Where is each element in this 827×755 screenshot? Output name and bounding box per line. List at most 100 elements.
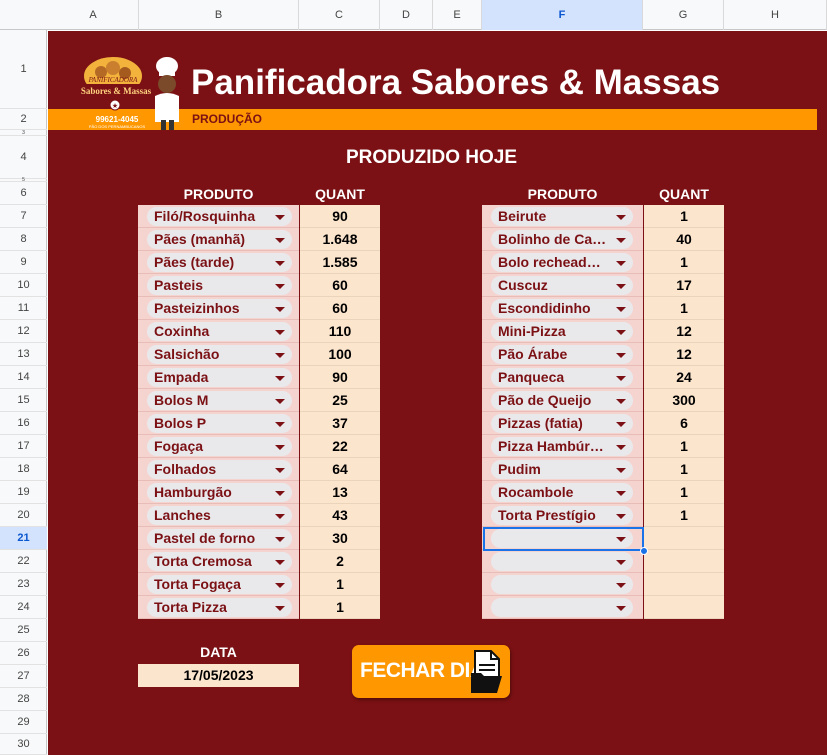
chevron-down-icon[interactable] — [616, 583, 626, 588]
product-dropdown[interactable]: Cuscuz — [491, 276, 633, 295]
quantity-cell[interactable]: 1.585 — [300, 251, 380, 274]
quantity-cell[interactable] — [644, 596, 724, 619]
product-cell[interactable]: Panqueca — [482, 366, 643, 389]
quantity-cell[interactable]: 40 — [644, 228, 724, 251]
row-header-22[interactable]: 22 — [0, 550, 47, 573]
chevron-down-icon[interactable] — [616, 353, 626, 358]
product-cell[interactable] — [482, 550, 643, 573]
column-header-h[interactable]: H — [724, 0, 827, 30]
row-header-7[interactable]: 7 — [0, 205, 47, 228]
chevron-down-icon[interactable] — [275, 560, 285, 565]
product-cell[interactable]: Torta Cremosa — [138, 550, 299, 573]
chevron-down-icon[interactable] — [616, 261, 626, 266]
quantity-cell[interactable]: 25 — [300, 389, 380, 412]
product-cell[interactable]: Cuscuz — [482, 274, 643, 297]
product-cell[interactable]: Torta Prestígio — [482, 504, 643, 527]
chevron-down-icon[interactable] — [275, 353, 285, 358]
row-header-20[interactable]: 20 — [0, 504, 47, 527]
quantity-cell[interactable]: 60 — [300, 274, 380, 297]
quantity-cell[interactable]: 300 — [644, 389, 724, 412]
product-dropdown[interactable]: Pasteis — [147, 276, 292, 295]
chevron-down-icon[interactable] — [616, 215, 626, 220]
product-dropdown[interactable]: Lanches — [147, 506, 292, 525]
row-header-15[interactable]: 15 — [0, 389, 47, 412]
row-header-10[interactable]: 10 — [0, 274, 47, 297]
quantity-cell[interactable]: 1 — [644, 481, 724, 504]
column-header-g[interactable]: G — [643, 0, 724, 30]
product-dropdown[interactable]: Rocambole — [491, 483, 633, 502]
chevron-down-icon[interactable] — [616, 307, 626, 312]
product-dropdown[interactable]: Pães (tarde) — [147, 253, 292, 272]
quantity-cell[interactable]: 1 — [300, 596, 380, 619]
product-dropdown[interactable]: Hamburgão — [147, 483, 292, 502]
product-cell[interactable]: Filó/Rosquinha — [138, 205, 299, 228]
chevron-down-icon[interactable] — [275, 238, 285, 243]
product-dropdown[interactable]: Bolo rechead… — [491, 253, 633, 272]
product-dropdown[interactable]: Filó/Rosquinha — [147, 207, 292, 226]
product-dropdown[interactable]: Torta Cremosa — [147, 552, 292, 571]
product-cell[interactable]: Pasteizinhos — [138, 297, 299, 320]
product-dropdown[interactable]: Torta Pizza — [147, 598, 292, 617]
quantity-cell[interactable] — [644, 550, 724, 573]
row-header-30[interactable]: 30 — [0, 734, 47, 755]
quantity-cell[interactable]: 1.648 — [300, 228, 380, 251]
quantity-cell[interactable]: 22 — [300, 435, 380, 458]
quantity-cell[interactable]: 90 — [300, 205, 380, 228]
row-header-18[interactable]: 18 — [0, 458, 47, 481]
column-header-a[interactable]: A — [48, 0, 139, 30]
chevron-down-icon[interactable] — [275, 583, 285, 588]
product-dropdown[interactable]: Bolos P — [147, 414, 292, 433]
quantity-cell[interactable] — [644, 527, 724, 550]
quantity-cell[interactable]: 1 — [644, 435, 724, 458]
product-cell[interactable]: Pudim — [482, 458, 643, 481]
chevron-down-icon[interactable] — [616, 399, 626, 404]
quantity-cell[interactable]: 1 — [644, 297, 724, 320]
product-dropdown[interactable]: Mini-Pizza — [491, 322, 633, 341]
product-cell[interactable]: Torta Fogaça — [138, 573, 299, 596]
product-dropdown[interactable]: Pão de Queijo — [491, 391, 633, 410]
product-cell[interactable]: Pães (tarde) — [138, 251, 299, 274]
product-dropdown[interactable]: Escondidinho — [491, 299, 633, 318]
row-header-29[interactable]: 29 — [0, 711, 47, 734]
product-cell[interactable]: Bolos M — [138, 389, 299, 412]
product-dropdown[interactable]: Panqueca — [491, 368, 633, 387]
product-dropdown[interactable]: Bolinho de Ca… — [491, 230, 633, 249]
column-header-c[interactable]: C — [299, 0, 380, 30]
chevron-down-icon[interactable] — [275, 445, 285, 450]
product-cell[interactable]: Empada — [138, 366, 299, 389]
quantity-cell[interactable]: 6 — [644, 412, 724, 435]
row-header-16[interactable]: 16 — [0, 412, 47, 435]
quantity-cell[interactable]: 60 — [300, 297, 380, 320]
product-dropdown[interactable]: Beirute — [491, 207, 633, 226]
row-header-19[interactable]: 19 — [0, 481, 47, 504]
product-dropdown[interactable]: Empada — [147, 368, 292, 387]
quantity-cell[interactable]: 1 — [300, 573, 380, 596]
row-header-6[interactable]: 6 — [0, 182, 47, 205]
row-header-12[interactable]: 12 — [0, 320, 47, 343]
product-dropdown[interactable]: Pizza Hambúr… — [491, 437, 633, 456]
product-cell[interactable]: Salsichão — [138, 343, 299, 366]
product-cell[interactable] — [482, 596, 643, 619]
product-cell[interactable]: Bolos P — [138, 412, 299, 435]
product-dropdown[interactable] — [491, 552, 633, 571]
quantity-cell[interactable]: 43 — [300, 504, 380, 527]
quantity-cell[interactable]: 1 — [644, 251, 724, 274]
chevron-down-icon[interactable] — [275, 537, 285, 542]
row-header-27[interactable]: 27 — [0, 665, 47, 688]
chevron-down-icon[interactable] — [616, 560, 626, 565]
quantity-cell[interactable]: 1 — [644, 504, 724, 527]
quantity-cell[interactable]: 13 — [300, 481, 380, 504]
product-cell[interactable]: Pães (manhã) — [138, 228, 299, 251]
product-cell[interactable]: Bolinho de Ca… — [482, 228, 643, 251]
product-cell[interactable]: Pão Árabe — [482, 343, 643, 366]
product-dropdown[interactable]: Salsichão — [147, 345, 292, 364]
chevron-down-icon[interactable] — [275, 514, 285, 519]
product-cell[interactable]: Folhados — [138, 458, 299, 481]
chevron-down-icon[interactable] — [275, 307, 285, 312]
quantity-cell[interactable]: 37 — [300, 412, 380, 435]
chevron-down-icon[interactable] — [275, 261, 285, 266]
product-cell[interactable]: Pasteis — [138, 274, 299, 297]
product-dropdown[interactable]: Bolos M — [147, 391, 292, 410]
chevron-down-icon[interactable] — [616, 238, 626, 243]
product-cell[interactable]: Torta Pizza — [138, 596, 299, 619]
